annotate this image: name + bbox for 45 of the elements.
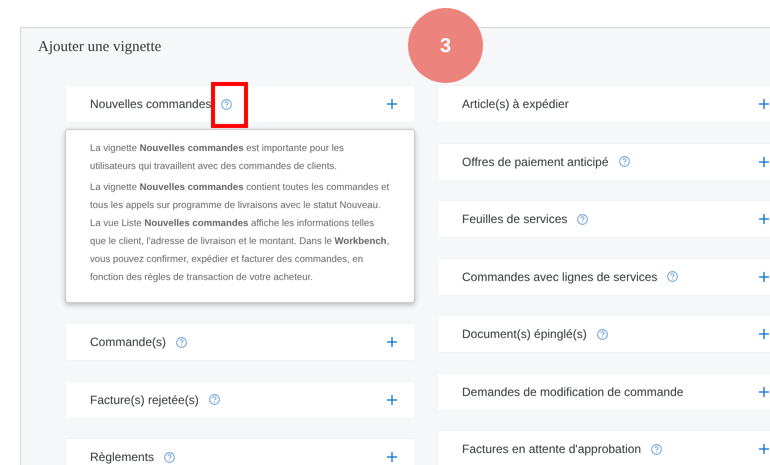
tile-label: Facture(s) rejetée(s) — [90, 392, 199, 408]
add-icon[interactable] — [759, 214, 769, 224]
tile-label: Factures en attente d'approbation — [462, 441, 642, 458]
tile-label: Règlements — [90, 449, 154, 465]
help-icon[interactable] — [618, 156, 630, 167]
tile-card[interactable]: Règlements — [66, 439, 415, 465]
tile-label: Offres de paiement anticipé — [462, 154, 609, 170]
tile-label: Document(s) épinglé(s) — [462, 326, 587, 343]
add-icon[interactable] — [759, 386, 769, 396]
add-icon[interactable] — [387, 337, 397, 347]
add-icon[interactable] — [759, 272, 769, 282]
tile-card[interactable]: Article(s) à expédier — [438, 86, 770, 122]
tooltip-text: La vignette Nouvelles commandes est importante pour les utilisateurs qui travaillent avec des commandes de clients. — [90, 142, 345, 174]
add-icon[interactable] — [759, 329, 769, 339]
tile-card[interactable]: Commandes avec lignes de services — [438, 258, 770, 294]
tile-card[interactable]: Offres de paiement anticipé — [438, 144, 770, 180]
tile-label: Nouvelles commandes — [90, 96, 212, 113]
tile-card[interactable]: Demandes de modification de commande — [438, 374, 770, 410]
tile-card[interactable]: Facture(s) rejetée(s) — [66, 382, 415, 418]
help-icon[interactable] — [164, 452, 176, 462]
help-icon[interactable] — [208, 394, 220, 405]
help-icon[interactable] — [577, 214, 588, 224]
tile-card[interactable]: Factures en attente d'approbation — [438, 431, 770, 465]
tile-card[interactable]: Document(s) épinglé(s) — [438, 316, 770, 352]
add-icon[interactable] — [759, 444, 769, 454]
help-icon[interactable] — [667, 271, 678, 282]
tile-label: Commande(s) — [90, 334, 166, 351]
add-icon[interactable] — [387, 452, 397, 462]
tile-label: Article(s) à expédier — [462, 96, 569, 113]
tile-card[interactable]: Feuilles de services — [438, 201, 770, 237]
help-icon[interactable] — [596, 328, 608, 340]
tooltip-text: La vignette Nouvelles commandes contient toutes les commandes et tous les appels sur programme de livraisons avec le statut Nouveau. La vue Liste Nouvelles commandes affiche les informations telles que le client, l'adresse de livraison et le montant. Dans le Workbench, vous pouvez confirmer, expédier et facturer des commandes, en fonction des règles de transaction de votre acheteur. — [90, 180, 390, 284]
panel-title: Ajouter une vignette — [38, 38, 162, 56]
help-icon[interactable] — [176, 336, 188, 348]
tile-label: Feuilles de services — [462, 211, 568, 228]
tile-card[interactable]: Commande(s) — [66, 324, 415, 360]
help-icon[interactable] — [221, 98, 232, 110]
add-icon[interactable] — [759, 99, 769, 109]
add-icon[interactable] — [759, 156, 769, 166]
tile-label: Demandes de modification de commande — [462, 384, 684, 400]
add-icon[interactable] — [387, 394, 397, 404]
add-icon[interactable] — [387, 99, 397, 109]
tile-label: Commandes avec lignes de services — [462, 268, 658, 286]
help-icon[interactable] — [651, 444, 662, 454]
tile-card[interactable]: Nouvelles commandes — [66, 86, 415, 122]
